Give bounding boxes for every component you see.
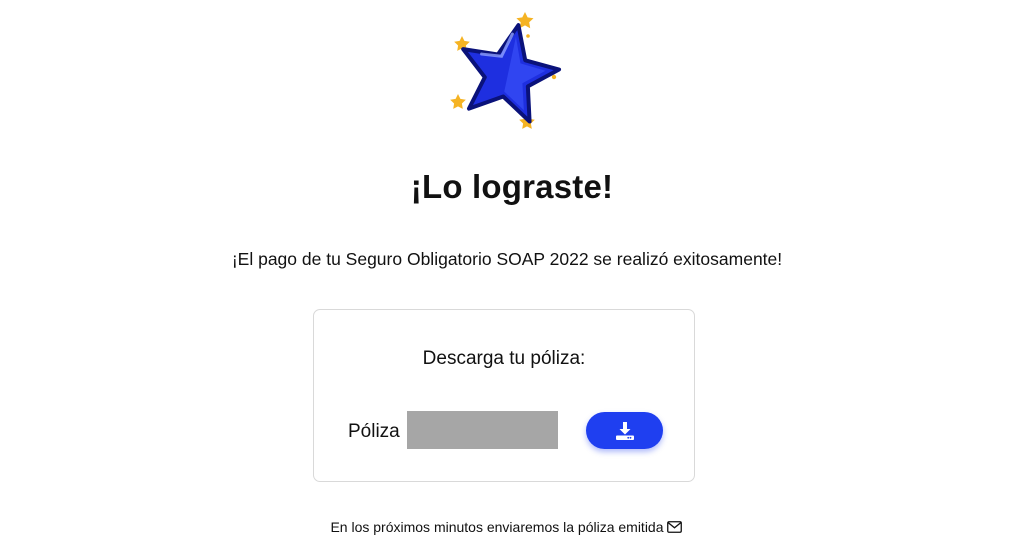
- download-icon: [615, 421, 634, 440]
- star-icon: [450, 12, 562, 129]
- download-policy-button[interactable]: [586, 412, 663, 449]
- footer-note-text: En los próximos minutos enviaremos la pó…: [330, 519, 664, 535]
- policy-download-card: Descarga tu póliza: Póliza: [313, 309, 695, 482]
- footer-note: En los próximos minutos enviaremos la pó…: [0, 519, 1012, 535]
- envelope-icon: [666, 521, 682, 533]
- policy-number-redacted: [407, 411, 558, 449]
- card-heading: Descarga tu póliza:: [422, 348, 586, 369]
- policy-label: Póliza: [348, 421, 400, 442]
- success-page: ¡Lo lograste! ¡El pago de tu Seguro Obli…: [0, 0, 1024, 553]
- payment-success-message: ¡El pago de tu Seguro Obligatorio SOAP 2…: [231, 249, 783, 269]
- page-title: ¡Lo lograste!: [410, 168, 614, 205]
